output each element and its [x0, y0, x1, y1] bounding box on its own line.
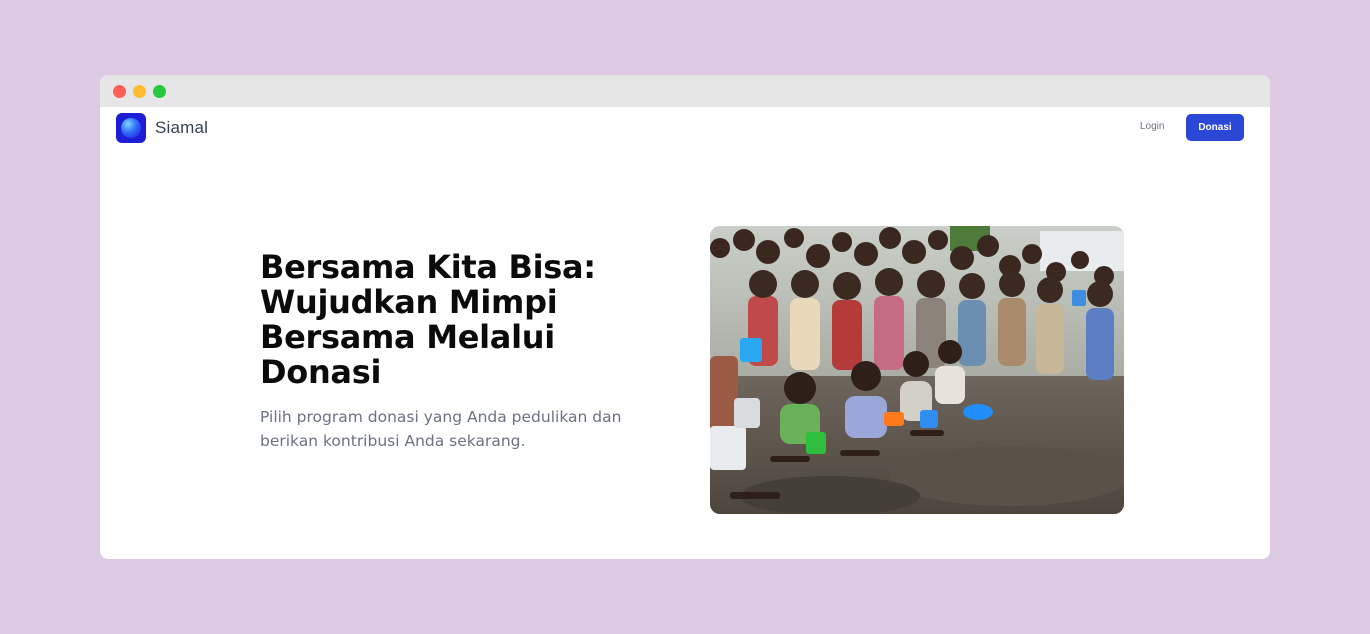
blue-orb-logo-icon	[121, 118, 141, 138]
brand-logo-icon[interactable]	[116, 113, 146, 143]
navbar: Siamal Login Donasi	[100, 107, 1270, 147]
login-link[interactable]: Login	[1140, 121, 1164, 132]
minimize-window-icon[interactable]	[133, 85, 146, 98]
browser-window: Siamal Login Donasi Bersama Kita Bisa: W…	[100, 75, 1270, 559]
brand-name[interactable]: Siamal	[155, 118, 208, 138]
maximize-window-icon[interactable]	[153, 85, 166, 98]
window-titlebar	[100, 75, 1270, 107]
close-window-icon[interactable]	[113, 85, 126, 98]
hero-subtitle: Pilih program donasi yang Anda pedulikan…	[260, 408, 622, 450]
hero-title: Bersama Kita Bisa: Wujudkan Mimpi Bersam…	[260, 248, 596, 391]
donasi-button[interactable]: Donasi	[1186, 114, 1244, 141]
hero-photo	[710, 226, 1124, 514]
